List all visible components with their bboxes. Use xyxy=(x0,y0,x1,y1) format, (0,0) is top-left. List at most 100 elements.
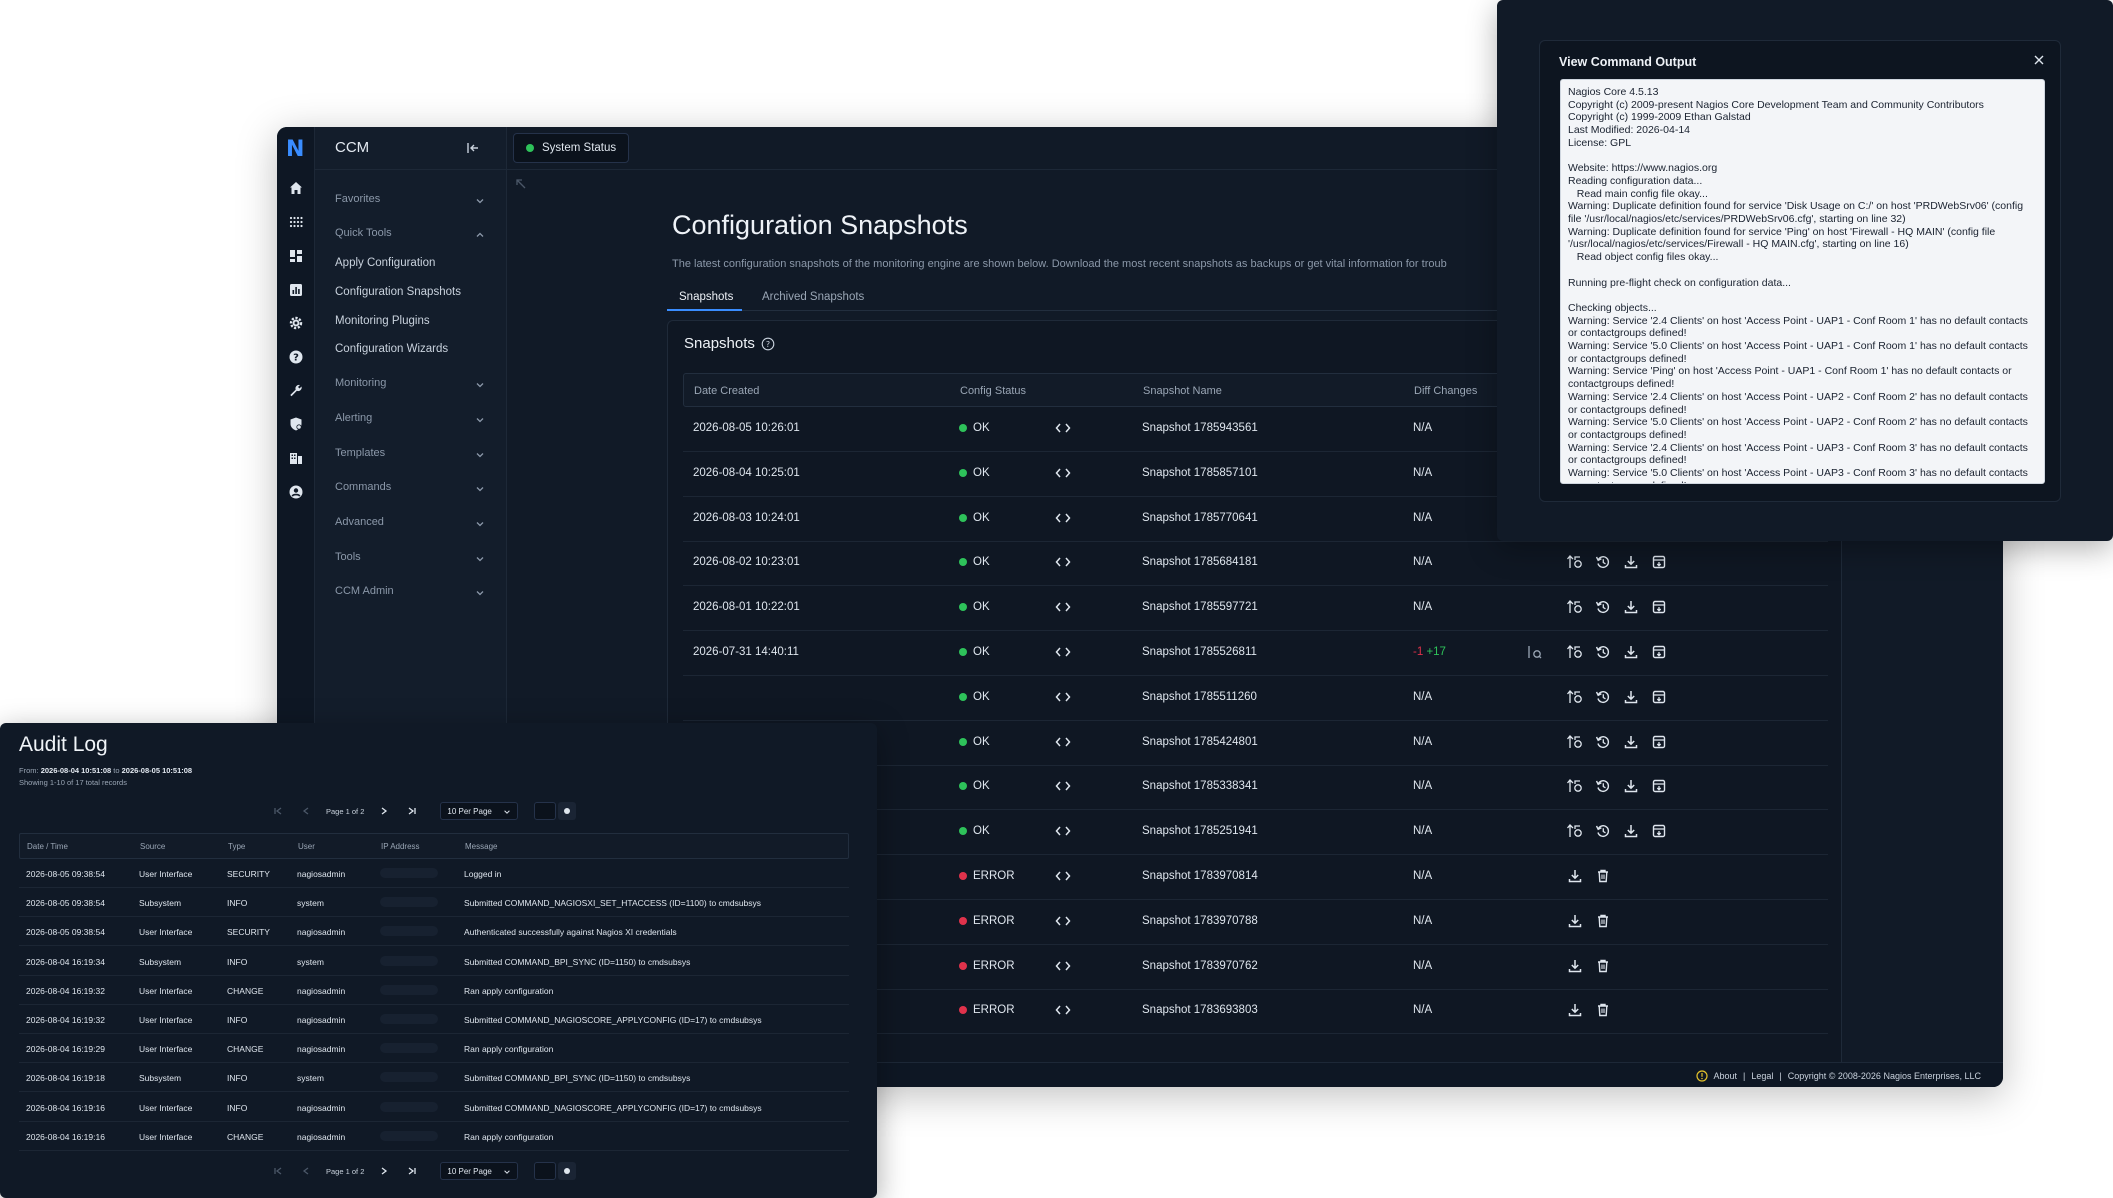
legal-link[interactable]: Legal xyxy=(1751,1071,1773,1081)
compare-icon[interactable] xyxy=(1567,644,1583,660)
page-jump-button[interactable] xyxy=(558,1162,577,1180)
download-icon[interactable] xyxy=(1623,599,1639,615)
wrench-icon[interactable] xyxy=(287,382,305,400)
archive-icon[interactable] xyxy=(1651,689,1667,705)
nav-item-monitoring-plugins[interactable]: Monitoring Plugins xyxy=(335,315,430,327)
view-output-icon[interactable] xyxy=(1055,824,1071,838)
compare-icon[interactable] xyxy=(1567,823,1583,839)
view-output-icon[interactable] xyxy=(1055,511,1071,525)
per-page-select[interactable]: 10 Per Page xyxy=(440,1162,519,1180)
shield-icon[interactable] xyxy=(287,415,305,433)
gear-icon[interactable] xyxy=(287,314,305,332)
trash-icon[interactable] xyxy=(1595,868,1611,884)
download-icon[interactable] xyxy=(1623,778,1639,794)
archive-icon[interactable] xyxy=(1651,644,1667,660)
trash-icon[interactable] xyxy=(1595,1002,1611,1018)
view-output-icon[interactable] xyxy=(1055,1003,1071,1017)
download-icon[interactable] xyxy=(1567,868,1583,884)
restore-icon[interactable] xyxy=(1595,823,1611,839)
col-type[interactable]: Type xyxy=(228,842,245,851)
view-output-icon[interactable] xyxy=(1055,869,1071,883)
reports-icon[interactable] xyxy=(287,281,305,299)
view-output-icon[interactable] xyxy=(1055,645,1071,659)
view-output-icon[interactable] xyxy=(1055,735,1071,749)
view-output-icon[interactable] xyxy=(1055,600,1071,614)
help-icon[interactable]: ? xyxy=(287,348,305,366)
archive-icon[interactable] xyxy=(1651,778,1667,794)
system-status-button[interactable]: System Status xyxy=(513,133,630,163)
compare-icon[interactable] xyxy=(1567,554,1583,570)
restore-icon[interactable] xyxy=(1595,599,1611,615)
download-icon[interactable] xyxy=(1567,913,1583,929)
nav-section-favorites[interactable]: Favorites xyxy=(335,193,485,211)
tab-snapshots[interactable]: Snapshots xyxy=(679,291,733,303)
nav-section-alerting[interactable]: Alerting xyxy=(335,412,485,430)
restore-icon[interactable] xyxy=(1595,734,1611,750)
view-output-icon[interactable] xyxy=(1055,690,1071,704)
col-config-status[interactable]: Config Status xyxy=(960,385,1026,397)
nav-item-apply-configuration[interactable]: Apply Configuration xyxy=(335,257,435,269)
next-page-button[interactable] xyxy=(370,1162,398,1180)
dashboard-icon[interactable] xyxy=(287,247,305,265)
page-jump-button[interactable] xyxy=(558,802,577,820)
next-page-button[interactable] xyxy=(370,802,398,820)
compare-icon[interactable] xyxy=(1567,689,1583,705)
download-icon[interactable] xyxy=(1623,823,1639,839)
nav-section-tools[interactable]: Tools xyxy=(335,551,485,569)
nav-item-configuration-wizards[interactable]: Configuration Wizards xyxy=(335,343,448,355)
col-date-time[interactable]: Date / Time xyxy=(27,842,68,851)
nav-section-ccm-admin[interactable]: CCM Admin xyxy=(335,585,485,603)
command-output-text[interactable]: Nagios Core 4.5.13 Copyright (c) 2009-pr… xyxy=(1560,79,2045,484)
nav-section-quick-tools[interactable]: Quick Tools xyxy=(335,227,485,245)
trash-icon[interactable] xyxy=(1595,958,1611,974)
col-diff-changes[interactable]: Diff Changes xyxy=(1414,385,1477,397)
help-circle-icon[interactable]: ? xyxy=(761,337,775,351)
col-ip-address[interactable]: IP Address xyxy=(381,842,420,851)
view-output-icon[interactable] xyxy=(1055,914,1071,928)
download-icon[interactable] xyxy=(1623,554,1639,570)
expand-arrow-icon[interactable] xyxy=(515,178,527,190)
view-output-icon[interactable] xyxy=(1055,555,1071,569)
compare-icon[interactable] xyxy=(1567,778,1583,794)
restore-icon[interactable] xyxy=(1595,554,1611,570)
tab-archived-snapshots[interactable]: Archived Snapshots xyxy=(762,291,864,303)
col-date-created[interactable]: Date Created xyxy=(694,385,759,397)
page-jump-input[interactable] xyxy=(534,1162,557,1180)
first-page-button[interactable] xyxy=(264,802,292,820)
nav-item-configuration-snapshots[interactable]: Configuration Snapshots xyxy=(335,286,461,298)
view-output-icon[interactable] xyxy=(1055,421,1071,435)
download-icon[interactable] xyxy=(1567,958,1583,974)
archive-icon[interactable] xyxy=(1651,599,1667,615)
archive-icon[interactable] xyxy=(1651,734,1667,750)
nav-section-commands[interactable]: Commands xyxy=(335,481,485,499)
about-link[interactable]: About xyxy=(1714,1071,1738,1081)
view-output-icon[interactable] xyxy=(1055,779,1071,793)
restore-icon[interactable] xyxy=(1595,778,1611,794)
download-icon[interactable] xyxy=(1567,1002,1583,1018)
page-jump-input[interactable] xyxy=(534,802,557,820)
prev-page-button[interactable] xyxy=(292,802,320,820)
col-user[interactable]: User xyxy=(298,842,315,851)
per-page-select[interactable]: 10 Per Page xyxy=(440,802,519,820)
col-message[interactable]: Message xyxy=(465,842,497,851)
last-page-button[interactable] xyxy=(398,802,426,820)
nav-section-advanced[interactable]: Advanced xyxy=(335,516,485,534)
diff-changes[interactable]: -1 +17 xyxy=(1413,646,1446,658)
nagios-logo[interactable]: N xyxy=(286,139,306,161)
restore-icon[interactable] xyxy=(1595,689,1611,705)
close-icon[interactable] xyxy=(2032,53,2046,67)
view-output-icon[interactable] xyxy=(1055,466,1071,480)
compare-icon[interactable] xyxy=(1567,734,1583,750)
trash-icon[interactable] xyxy=(1595,913,1611,929)
download-icon[interactable] xyxy=(1623,734,1639,750)
archive-icon[interactable] xyxy=(1651,823,1667,839)
first-page-button[interactable] xyxy=(264,1162,292,1180)
warning-icon[interactable] xyxy=(1695,1070,1708,1082)
view-diff-icon[interactable] xyxy=(1526,644,1542,660)
restore-icon[interactable] xyxy=(1595,644,1611,660)
nav-section-monitoring[interactable]: Monitoring xyxy=(335,377,485,395)
archive-icon[interactable] xyxy=(1651,554,1667,570)
view-output-icon[interactable] xyxy=(1055,959,1071,973)
prev-page-button[interactable] xyxy=(292,1162,320,1180)
col-source[interactable]: Source xyxy=(140,842,165,851)
